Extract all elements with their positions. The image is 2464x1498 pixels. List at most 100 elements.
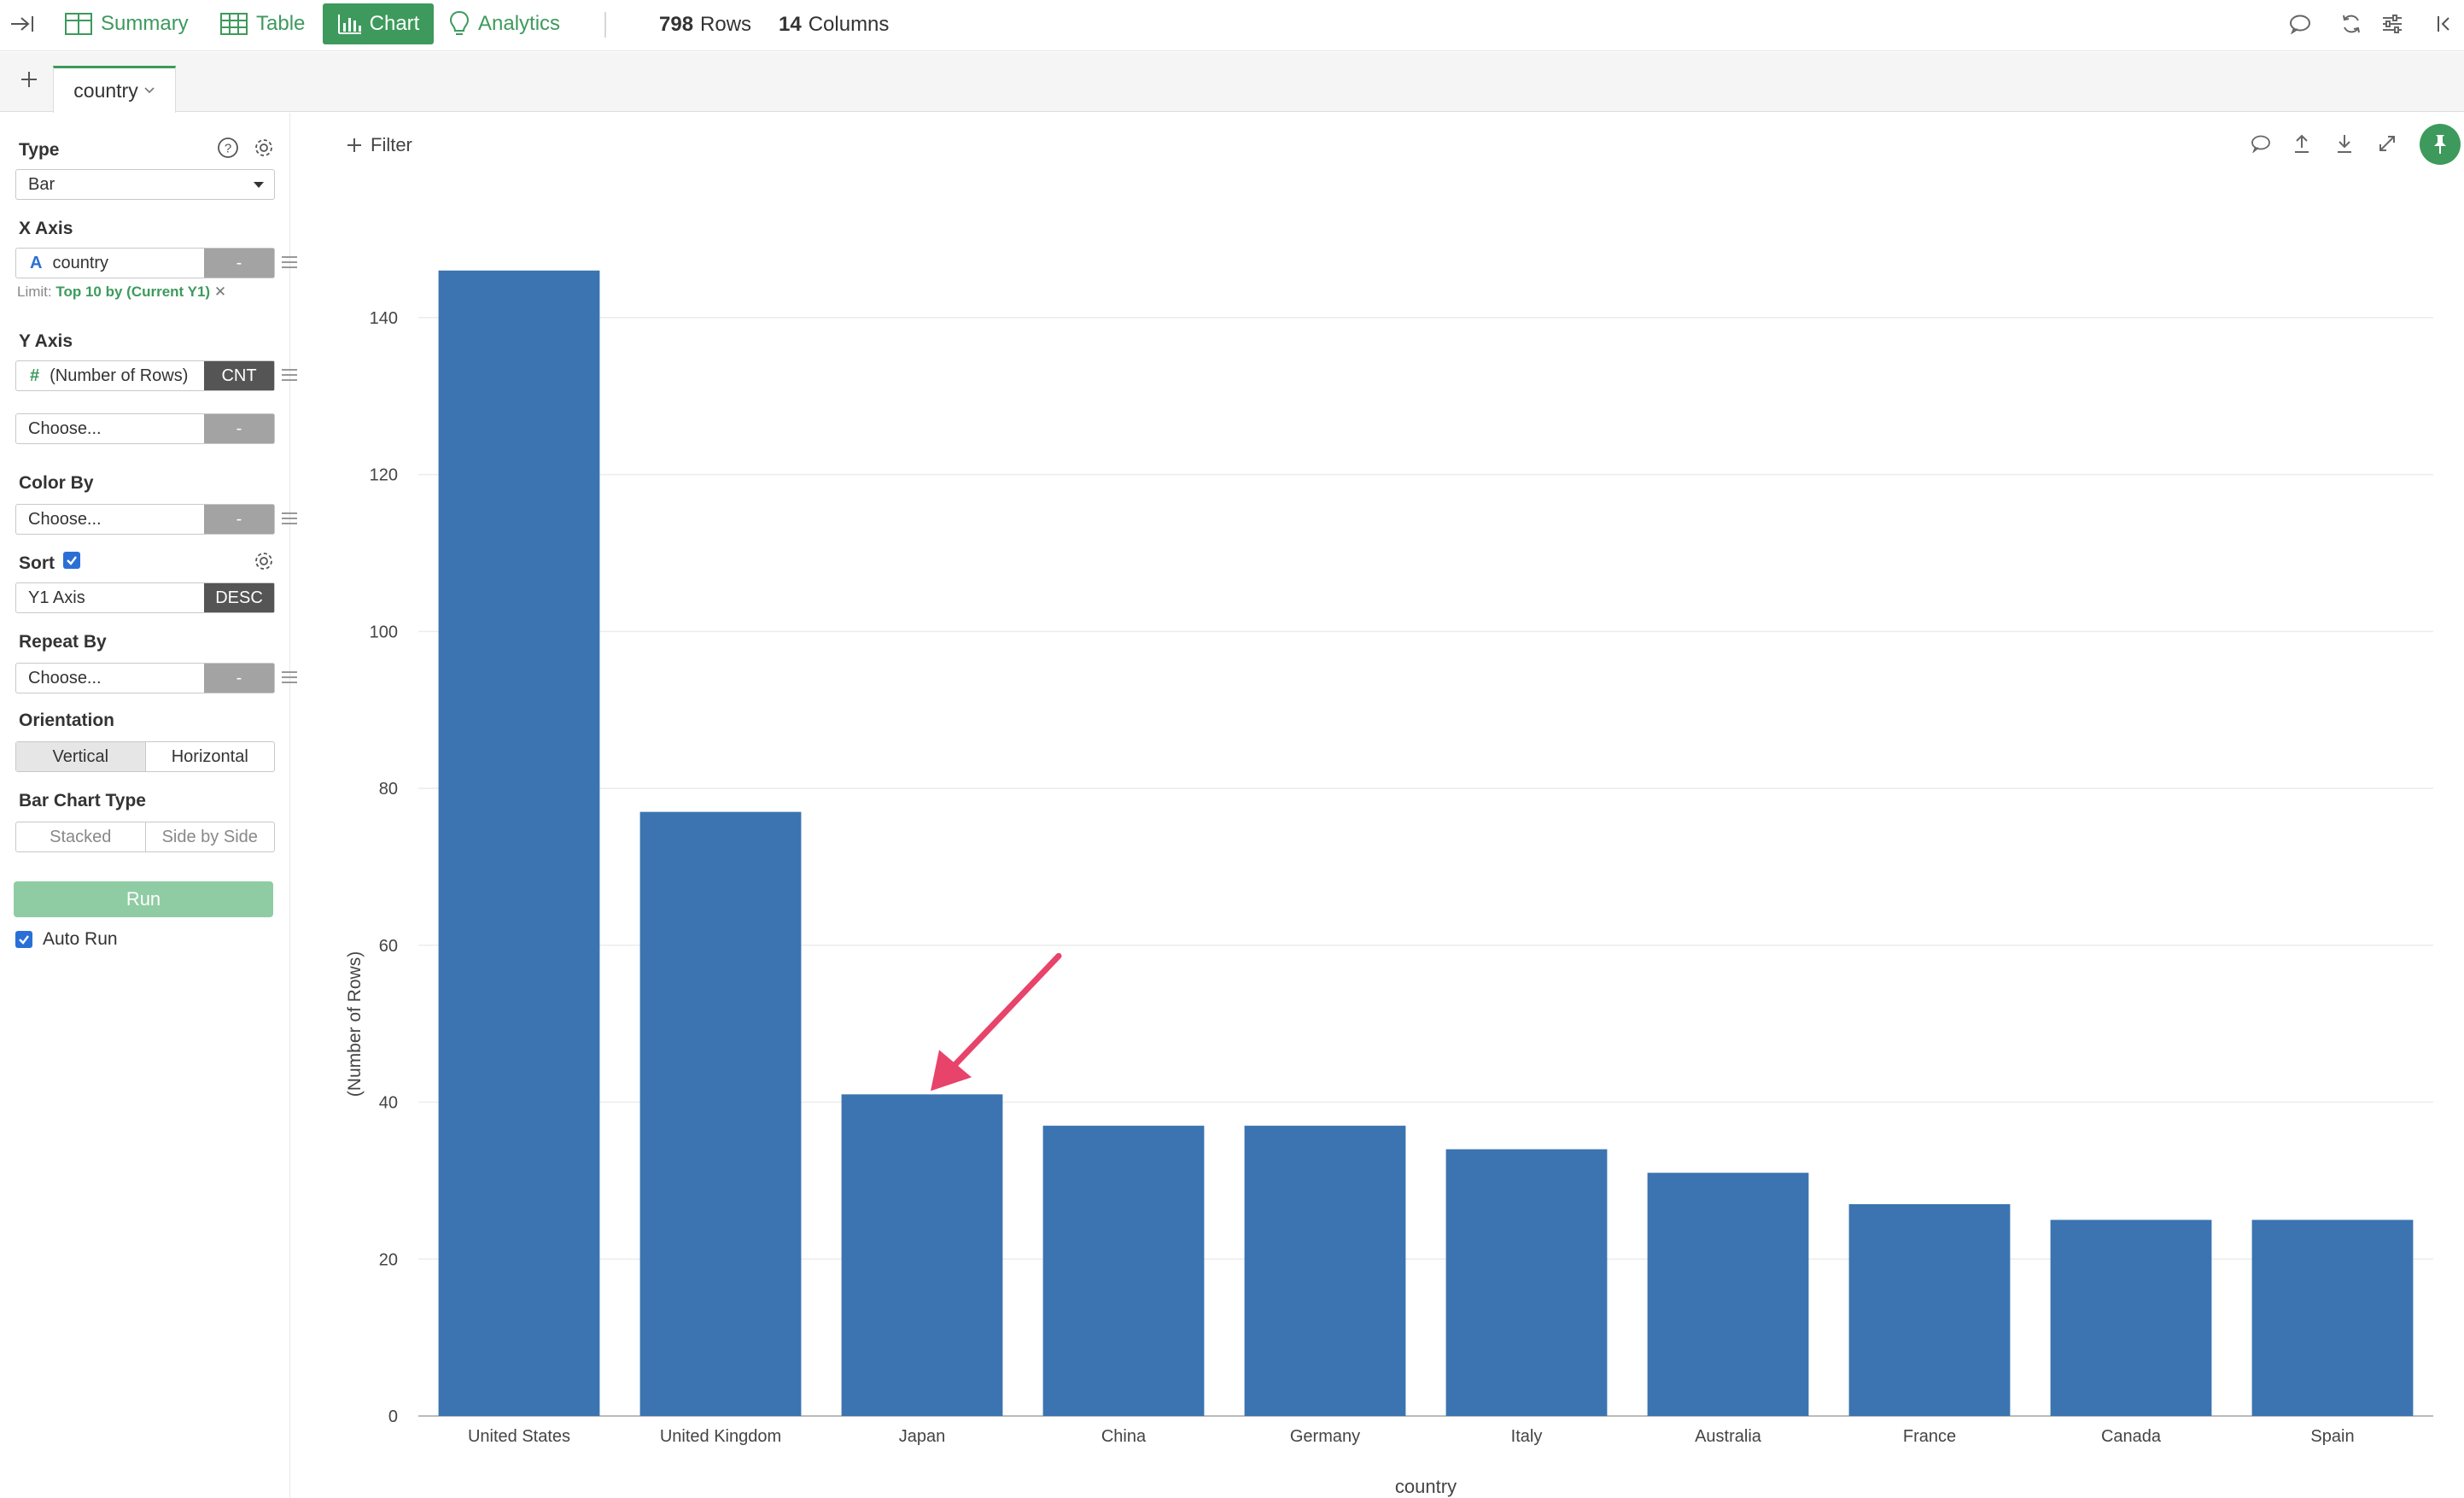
download-icon[interactable] xyxy=(2329,128,2360,159)
annotation-arrow-shaft xyxy=(951,952,1062,1068)
number-type-icon: # xyxy=(30,366,40,385)
y-tick-label: 100 xyxy=(370,623,398,641)
filter-button[interactable]: Filter xyxy=(347,130,412,161)
y2-axis-field[interactable]: Choose... - xyxy=(15,413,275,444)
columns-count: 14 Columns xyxy=(779,0,889,50)
run-button[interactable]: Run xyxy=(14,881,273,917)
y-axis-agg-button[interactable]: CNT xyxy=(204,361,274,390)
sort-checkbox[interactable] xyxy=(63,552,80,570)
y-tick-label: 40 xyxy=(379,1094,398,1113)
chart-config-panel: Type ? Bar X Axis A country - Limit: Top… xyxy=(0,113,297,1498)
collapse-left-icon[interactable] xyxy=(7,9,38,39)
y-axis-field[interactable]: # (Number of Rows) CNT xyxy=(15,360,275,391)
y-axis-title: (Number of Rows) xyxy=(345,951,365,1097)
x-tick-label: Australia xyxy=(1695,1427,1762,1446)
bar-australia[interactable] xyxy=(1647,1173,1809,1416)
remove-limit-icon[interactable]: ✕ xyxy=(214,284,226,300)
x-axis-field-value: country xyxy=(52,253,109,272)
refresh-icon[interactable] xyxy=(2336,9,2367,39)
table-icon xyxy=(220,13,248,35)
type-label: Type xyxy=(19,140,60,160)
limit-prefix: Limit: xyxy=(17,284,52,300)
x-axis-menu-icon[interactable] xyxy=(282,256,297,272)
chart-type-select[interactable]: Bar xyxy=(15,169,275,200)
y-tick-label: 20 xyxy=(379,1250,398,1269)
sort-order-button[interactable]: DESC xyxy=(204,583,274,612)
x-tick-label: Spain xyxy=(2310,1427,2354,1446)
table-label: Table xyxy=(256,12,306,35)
bar-type-side-by-side-option[interactable]: Side by Side xyxy=(144,822,275,851)
comment-icon[interactable] xyxy=(2285,9,2315,39)
bar-type-stacked-option[interactable]: Stacked xyxy=(16,822,145,851)
analytics-label: Analytics xyxy=(478,12,561,35)
top-toolbar: Summary Table Chart Analytics 798 Rows 1… xyxy=(0,0,2464,51)
bar-germany[interactable] xyxy=(1244,1126,1406,1416)
expand-icon[interactable] xyxy=(2372,128,2403,159)
y2-axis-placeholder: Choose... xyxy=(28,418,102,438)
limit-value[interactable]: Top 10 by (Current Y1) xyxy=(55,284,210,300)
upload-icon[interactable] xyxy=(2286,128,2317,159)
sort-field-value: Y1 Axis xyxy=(28,588,85,607)
collapse-right-icon[interactable] xyxy=(2430,9,2461,39)
tab-country[interactable]: country xyxy=(53,66,176,113)
repeat-by-menu-icon[interactable] xyxy=(282,671,297,687)
bar-chart-type-label: Bar Chart Type xyxy=(19,791,146,810)
y-tick-label: 120 xyxy=(370,466,398,485)
gear-icon[interactable] xyxy=(253,137,275,163)
x-axis-agg-button[interactable]: - xyxy=(204,249,274,278)
rows-count: 798 Rows xyxy=(659,0,751,50)
y-axis-label: Y Axis xyxy=(19,331,73,351)
color-by-field[interactable]: Choose... - xyxy=(15,504,275,535)
add-tab-icon[interactable] xyxy=(14,64,44,95)
bar-canada[interactable] xyxy=(2050,1220,2212,1416)
rows-count-label: Rows xyxy=(700,13,752,36)
lightbulb-icon xyxy=(449,10,470,35)
repeat-by-field[interactable]: Choose... - xyxy=(15,663,275,693)
toolbar-divider xyxy=(604,12,606,38)
settings-sliders-icon[interactable] xyxy=(2377,9,2408,39)
chart-comment-icon[interactable] xyxy=(2245,128,2276,159)
y2-axis-agg-button[interactable]: - xyxy=(204,414,274,443)
y-axis-menu-icon[interactable] xyxy=(282,369,297,384)
svg-text:?: ? xyxy=(225,142,231,156)
bar-japan[interactable] xyxy=(841,1094,1003,1416)
sort-field[interactable]: Y1 Axis DESC xyxy=(15,582,275,613)
repeat-by-agg-button[interactable]: - xyxy=(204,664,274,693)
tab-label: country xyxy=(73,79,138,102)
help-icon[interactable]: ? xyxy=(217,137,239,163)
orientation-horizontal-option[interactable]: Horizontal xyxy=(144,742,275,771)
color-by-agg-button[interactable]: - xyxy=(204,505,274,534)
chart-tab-button[interactable]: Chart xyxy=(323,3,434,44)
chart-icon xyxy=(337,15,361,34)
pin-button[interactable] xyxy=(2420,124,2461,165)
bar-chart: United States United Kingdom Japan China Ger… xyxy=(345,270,2433,1497)
summary-icon xyxy=(65,13,92,35)
color-by-menu-icon[interactable] xyxy=(282,512,297,528)
bar-china[interactable] xyxy=(1042,1126,1205,1416)
bar-chart-type-toggle: Stacked Side by Side xyxy=(15,822,275,852)
x-axis-field[interactable]: A country - xyxy=(15,248,275,278)
bar-italy[interactable] xyxy=(1445,1149,1608,1416)
x-tick-label: France xyxy=(1903,1427,1956,1446)
bar-united-states[interactable] xyxy=(438,270,600,1416)
x-axis-label: X Axis xyxy=(19,219,73,238)
x-axis-limit: Limit: Top 10 by (Current Y1) ✕ xyxy=(17,284,226,301)
x-tick-label: Canada xyxy=(2101,1427,2162,1446)
chevron-down-icon xyxy=(144,87,155,94)
orientation-toggle: Vertical Horizontal xyxy=(15,741,275,772)
y-tick-label: 140 xyxy=(370,309,398,328)
bar-france[interactable] xyxy=(1848,1203,2011,1416)
x-tick-label: China xyxy=(1101,1427,1147,1446)
analytics-tab-button[interactable]: Analytics xyxy=(449,0,560,48)
summary-label: Summary xyxy=(101,12,189,35)
orientation-vertical-option[interactable]: Vertical xyxy=(16,742,145,771)
summary-tab-button[interactable]: Summary xyxy=(65,0,189,48)
x-tick-label: Japan xyxy=(899,1427,946,1446)
columns-count-label: Columns xyxy=(808,13,890,36)
bar-united-kingdom[interactable] xyxy=(639,811,802,1416)
auto-run-checkbox[interactable] xyxy=(15,931,32,948)
table-tab-button[interactable]: Table xyxy=(220,0,305,48)
sort-settings-gear-icon[interactable] xyxy=(253,550,275,576)
bar-spain[interactable] xyxy=(2251,1220,2414,1416)
text-type-icon: A xyxy=(30,253,43,272)
